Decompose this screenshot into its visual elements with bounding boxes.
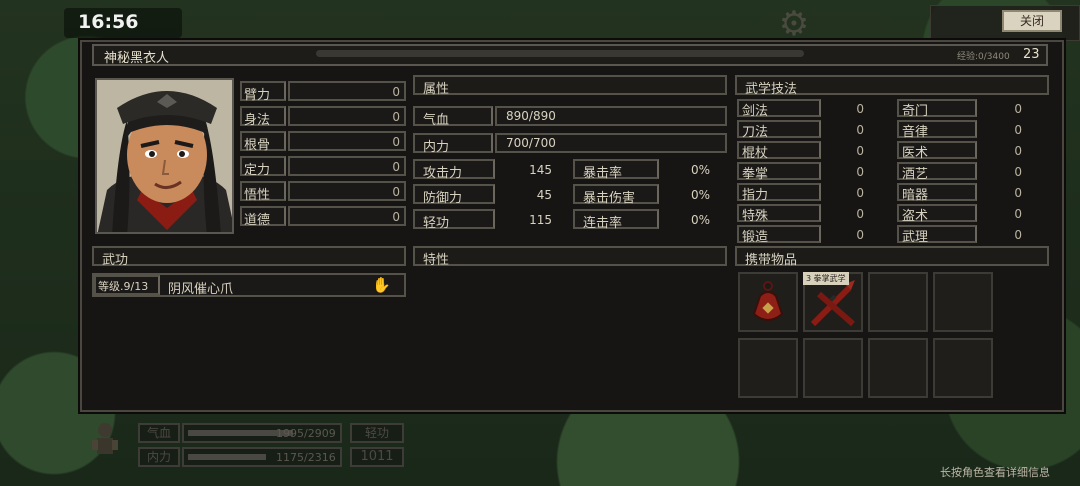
traits-header: 特性 (413, 246, 727, 268)
skill-label: 特殊 (742, 209, 769, 224)
items-header: 携带物品 (735, 246, 1049, 268)
skill-value: 0 (1014, 207, 1022, 221)
skill-value: 0 (1014, 186, 1022, 200)
exp-bar (316, 50, 804, 57)
skill-label: 医术 (902, 146, 929, 161)
attr-label: 轻功 (423, 216, 450, 231)
attr-value: 145 (529, 163, 552, 177)
base-stat-label: 悟性 (244, 188, 271, 203)
attr2-label: 连击率 (583, 216, 623, 231)
base-stat-label: 道德 (244, 213, 271, 228)
skill-label: 指力 (742, 188, 769, 203)
item-slot-4[interactable] (933, 272, 993, 332)
skill-value: 0 (856, 186, 864, 200)
skill-label: 暗器 (902, 188, 929, 203)
item-slot-8[interactable] (933, 338, 993, 398)
skill-label: 盗术 (902, 209, 929, 224)
gourd-item-icon (752, 281, 784, 321)
base-stat-value: 0 (392, 160, 400, 174)
skill-label: 锻造 (742, 230, 769, 245)
skill-label: 剑法 (742, 104, 769, 119)
attributes-header: 属性 (413, 75, 727, 97)
claw-icon: ✋ (372, 276, 391, 294)
skills-header: 武学技法 (735, 75, 1049, 97)
base-stat-label: 臂力 (244, 88, 271, 103)
exp-text: 经验:0/3400 (957, 52, 1010, 62)
attr-value: 115 (529, 213, 552, 227)
attr2-value: 0% (690, 188, 710, 202)
base-stat-label: 定力 (244, 163, 271, 178)
skill-value: 0 (856, 123, 864, 137)
skill-value: 0 (856, 144, 864, 158)
hud-mp-value: 1175/2316 (276, 451, 336, 464)
base-stat-value: 0 (392, 110, 400, 124)
character-name: 神秘黑衣人 (104, 51, 170, 66)
item-slot-3[interactable] (868, 272, 928, 332)
item-slot-6[interactable] (803, 338, 863, 398)
attr-label: 攻击力 (423, 166, 463, 181)
skill-label: 音律 (902, 125, 929, 140)
hint-text: 长按角色查看详细信息 (940, 466, 1050, 479)
skill-value: 0 (856, 165, 864, 179)
mp-label: 内力 (423, 140, 450, 155)
gear-icon[interactable]: ⚙ (772, 6, 816, 42)
martial-name: 阴风催心爪 (168, 282, 234, 297)
skill-label: 酒艺 (902, 167, 929, 182)
base-stat-label: 根骨 (244, 138, 271, 153)
base-stat-value: 0 (392, 210, 400, 224)
skill-value: 0 (1014, 228, 1022, 242)
skill-value: 0 (1014, 123, 1022, 137)
skill-value: 0 (1014, 144, 1022, 158)
skill-value: 0 (856, 207, 864, 221)
skill-value: 0 (856, 228, 864, 242)
skill-label: 奇门 (902, 104, 929, 119)
player-avatar[interactable] (86, 420, 124, 460)
hud-qinggong-value: 1011 (350, 447, 404, 467)
base-stat-value: 0 (392, 85, 400, 99)
hud-qinggong-label[interactable]: 轻功 (350, 423, 404, 443)
skill-value: 0 (856, 102, 864, 116)
skill-label: 刀法 (742, 125, 769, 140)
attr2-value: 0% (690, 163, 710, 177)
base-stat-value: 0 (392, 185, 400, 199)
attr2-label: 暴击率 (583, 166, 623, 181)
martial-header: 武功 (92, 246, 406, 268)
skill-label: 棍杖 (742, 146, 769, 161)
skill-label: 拳掌 (742, 167, 769, 182)
attr-value: 45 (536, 188, 552, 202)
item-tag: 3 拳掌武学 (803, 272, 849, 285)
item-slot-7[interactable] (868, 338, 928, 398)
base-stat-value: 0 (392, 135, 400, 149)
character-level: 23 (1023, 47, 1040, 62)
mp-value: 700/700 (506, 136, 556, 150)
base-stat-label: 身法 (244, 113, 271, 128)
attr2-label: 暴击伤害 (583, 191, 636, 206)
attr-label: 防御力 (423, 191, 463, 206)
martial-level: 等级.9/13 (98, 280, 149, 293)
item-slot-1[interactable] (738, 272, 798, 332)
hp-value: 890/890 (506, 109, 556, 123)
skill-label: 武理 (902, 230, 929, 245)
skill-value: 0 (1014, 165, 1022, 179)
hp-label: 气血 (423, 113, 450, 128)
hud-hp-value: 1995/2909 (276, 427, 336, 440)
item-slot-5[interactable] (738, 338, 798, 398)
hud-mp-label: 内力 (138, 447, 180, 467)
hud-mp-fill (188, 454, 266, 460)
character-portrait[interactable] (95, 78, 234, 234)
clock: 16:56 (78, 11, 139, 33)
close-button[interactable]: 关闭 (1002, 10, 1062, 32)
hud-hp-label: 气血 (138, 423, 180, 443)
attr2-value: 0% (690, 213, 710, 227)
skill-value: 0 (1014, 102, 1022, 116)
